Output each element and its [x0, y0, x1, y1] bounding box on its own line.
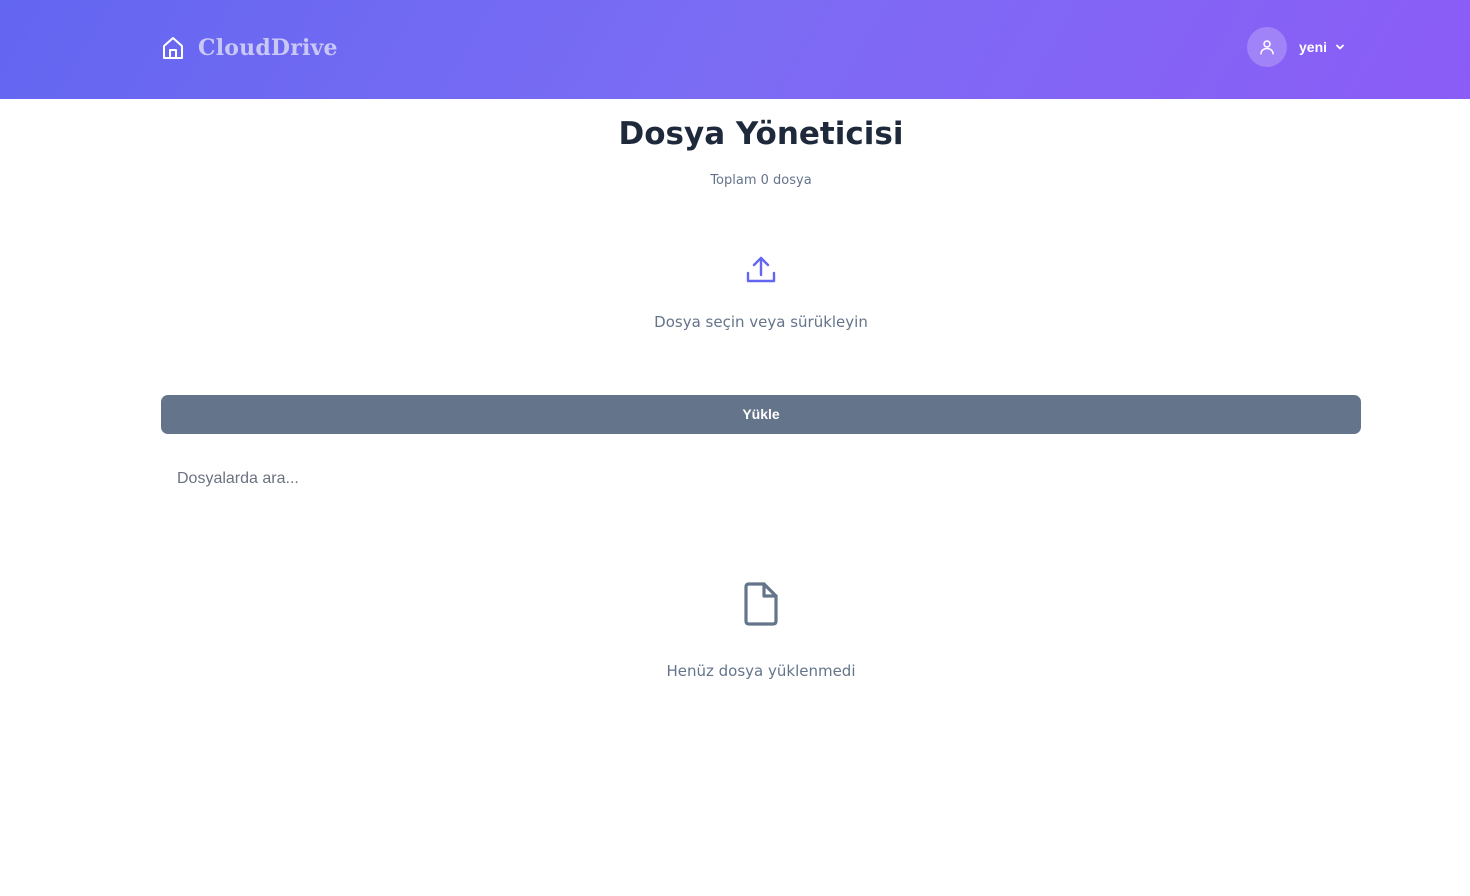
user-icon — [1260, 40, 1274, 55]
top-navbar: CloudDrive yeni — [0, 0, 1470, 99]
page-title: Dosya Yöneticisi — [618, 116, 904, 152]
chevron-down-icon[interactable] — [1335, 42, 1345, 52]
search-input[interactable] — [161, 460, 1361, 498]
upload-icon — [746, 256, 776, 283]
brand-link[interactable]: CloudDrive — [161, 33, 338, 63]
brand-name: CloudDrive — [198, 35, 338, 61]
upload-button[interactable]: Yükle — [161, 395, 1361, 434]
home-icon — [163, 37, 183, 59]
file-count: Toplam 0 dosya — [710, 173, 812, 188]
empty-state-text: Henüz dosya yüklenmedi — [666, 662, 856, 680]
dropzone-text: Dosya seçin veya sürükleyin — [654, 313, 868, 331]
username[interactable]: yeni — [1299, 39, 1327, 55]
file-icon — [744, 582, 778, 626]
avatar[interactable] — [1247, 27, 1287, 67]
file-dropzone[interactable]: Dosya seçin veya sürükleyin — [161, 238, 1361, 348]
user-menu[interactable]: yeni — [1247, 27, 1345, 67]
